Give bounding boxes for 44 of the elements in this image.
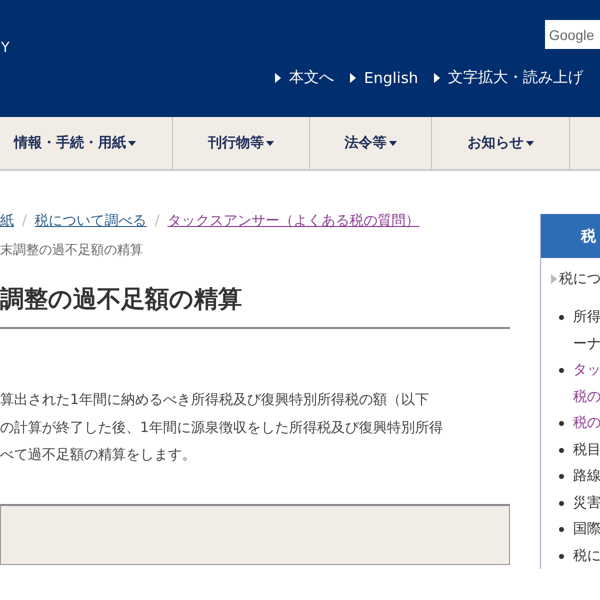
bullet-icon [559, 500, 564, 506]
triangle-icon [350, 72, 356, 82]
sidebar-link[interactable]: タッ [573, 357, 600, 384]
bullet-icon [559, 368, 564, 373]
page-title: 調整の過不足額の精算 [0, 283, 510, 329]
caret-icon [128, 140, 136, 146]
paragraph-line: 算出された1年間に納めるべき所得税及び復興特別所得税の額（以下 [0, 391, 430, 410]
bullet-icon [559, 527, 564, 532]
triangle-icon [551, 274, 557, 284]
nav-menu-item[interactable]: 法令等 [338, 133, 402, 153]
breadcrumb-separator: / [154, 213, 160, 229]
caret-icon [526, 140, 534, 146]
caret-icon [266, 140, 274, 146]
breadcrumb-current: 末調整の過不足額の精算 [0, 242, 144, 259]
sidebar-link[interactable]: ーナ [573, 330, 600, 357]
breadcrumb-link[interactable]: タックスアンサー（よくある税の質問） [167, 212, 420, 230]
logo-text: Y [1, 40, 10, 56]
sidebar-section-link[interactable]: 税につ [559, 270, 600, 288]
sidebar-link[interactable]: 税目 [573, 436, 600, 463]
breadcrumb-link[interactable]: 紙 [0, 212, 14, 230]
sidebar-link[interactable]: 税に [573, 542, 600, 569]
bullet-icon [559, 474, 564, 479]
bullet-icon [559, 421, 564, 426]
sidebar-link[interactable]: 税の [573, 384, 600, 410]
nav-menu-item[interactable]: 情報・手続・用紙 [8, 133, 142, 153]
paragraph-line: の計算が終了した後、1年間に源泉徴収をした所得税及び復興特別所得 [0, 418, 444, 438]
nav-menu-item[interactable]: 刊行物等 [202, 133, 280, 153]
bullet-icon [559, 554, 564, 558]
sidebar-title: 税 [541, 214, 600, 258]
sidebar-link[interactable]: 税の [573, 410, 600, 436]
sidebar-link[interactable]: 災害 [573, 490, 600, 516]
header-link[interactable]: English [350, 68, 418, 87]
breadcrumb-separator: / [22, 213, 27, 229]
triangle-icon [434, 72, 440, 82]
caret-icon [388, 140, 396, 146]
header-link[interactable]: 文字拡大・読み上げ [434, 68, 584, 87]
bullet-icon [559, 315, 564, 320]
paragraph-line: べて過不足額の精算をします。 [0, 446, 197, 465]
triangle-icon [275, 72, 281, 82]
bullet-icon [559, 448, 564, 452]
google-search-button[interactable]: Google [545, 20, 600, 49]
breadcrumb-link[interactable]: 税について調べる [34, 212, 147, 230]
nav-menu-item[interactable]: お知らせ [462, 133, 540, 153]
header-link[interactable]: 本文へ [275, 68, 334, 87]
